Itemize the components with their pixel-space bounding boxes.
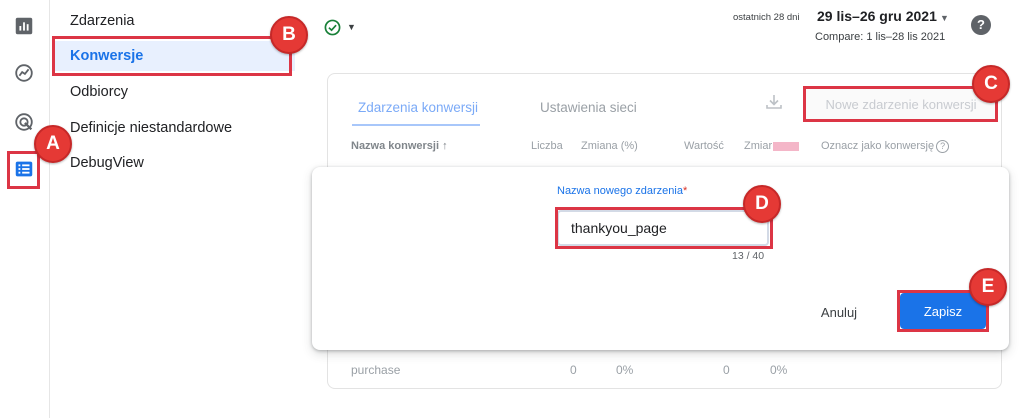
col-header-change2[interactable]: Zmiar xyxy=(744,140,800,152)
col-header-mark: Oznacz jako konwersję? xyxy=(821,140,950,153)
help-circle-icon[interactable]: ? xyxy=(936,140,950,153)
highlight-box-c xyxy=(803,86,998,122)
compare-range: Compare: 1 lis–28 lis 2021 xyxy=(815,31,946,43)
download-icon[interactable] xyxy=(764,92,784,112)
highlight-box-d xyxy=(555,207,773,249)
tab-conversion-events[interactable]: Zdarzenia konwersji xyxy=(358,100,478,115)
row-value: 0 xyxy=(723,363,730,377)
marker-b: B xyxy=(270,16,308,54)
col-header-count[interactable]: Liczba xyxy=(531,140,563,152)
advertising-icon[interactable] xyxy=(12,110,36,134)
nav-item-debugview[interactable]: DebugView xyxy=(70,148,144,178)
caret-down-icon: ▼ xyxy=(347,22,356,32)
row-name: purchase xyxy=(351,363,401,377)
active-tab-indicator xyxy=(352,124,480,126)
cancel-button[interactable]: Anuluj xyxy=(808,297,870,327)
tab-network-settings[interactable]: Ustawienia sieci xyxy=(540,100,637,115)
date-range-label: ostatnich 28 dni xyxy=(733,12,800,23)
check-circle-icon xyxy=(324,19,341,35)
col-header-change[interactable]: Zmiana (%) xyxy=(581,140,638,152)
nav-item-definicje[interactable]: Definicje niestandardowe xyxy=(70,113,232,143)
marker-c: C xyxy=(972,65,1010,103)
row-change2: 0% xyxy=(770,363,788,377)
row-count: 0 xyxy=(570,363,577,377)
char-counter: 13 / 40 xyxy=(732,250,765,262)
icon-rail xyxy=(0,0,50,418)
event-name-label: Nazwa nowego zdarzenia* xyxy=(557,185,688,197)
marker-e: E xyxy=(969,268,1007,306)
help-icon[interactable]: ? xyxy=(971,15,991,35)
row-change: 0% xyxy=(616,363,634,377)
nav-item-zdarzenia[interactable]: Zdarzenia xyxy=(70,6,134,36)
col-header-name[interactable]: Nazwa konwersji ↑ xyxy=(351,140,448,152)
highlight-box-a xyxy=(7,151,40,189)
date-range-picker[interactable]: 29 lis–26 gru 2021 xyxy=(817,8,937,24)
reports-icon[interactable] xyxy=(12,14,36,38)
col-header-value[interactable]: Wartość xyxy=(684,140,724,152)
nav-item-odbiorcy[interactable]: Odbiorcy xyxy=(70,77,128,107)
date-caret-icon[interactable]: ▼ xyxy=(940,13,949,23)
explore-icon[interactable] xyxy=(12,61,36,85)
redacted-block xyxy=(773,141,800,151)
highlight-box-b xyxy=(52,36,292,76)
marker-d: D xyxy=(743,185,781,223)
marker-a: A xyxy=(34,125,72,163)
data-status-dropdown[interactable]: ▼ xyxy=(320,12,368,42)
